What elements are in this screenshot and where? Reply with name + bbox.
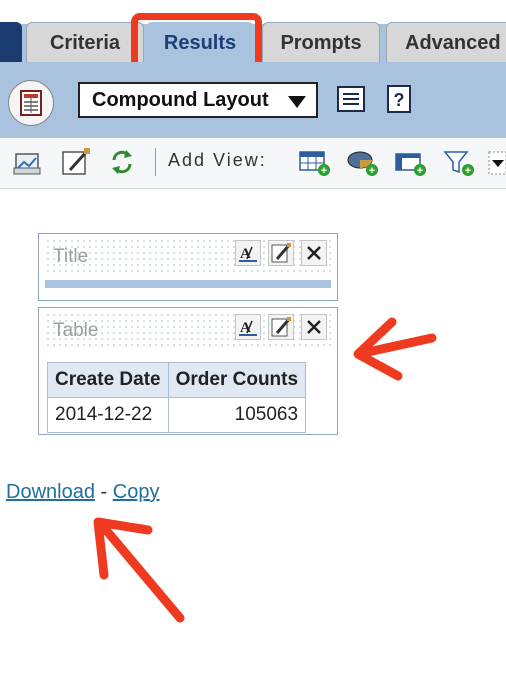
annotation-arrows bbox=[93, 317, 437, 623]
download-annotation-arrow bbox=[93, 517, 185, 623]
table-annotation-arrow bbox=[353, 317, 437, 381]
